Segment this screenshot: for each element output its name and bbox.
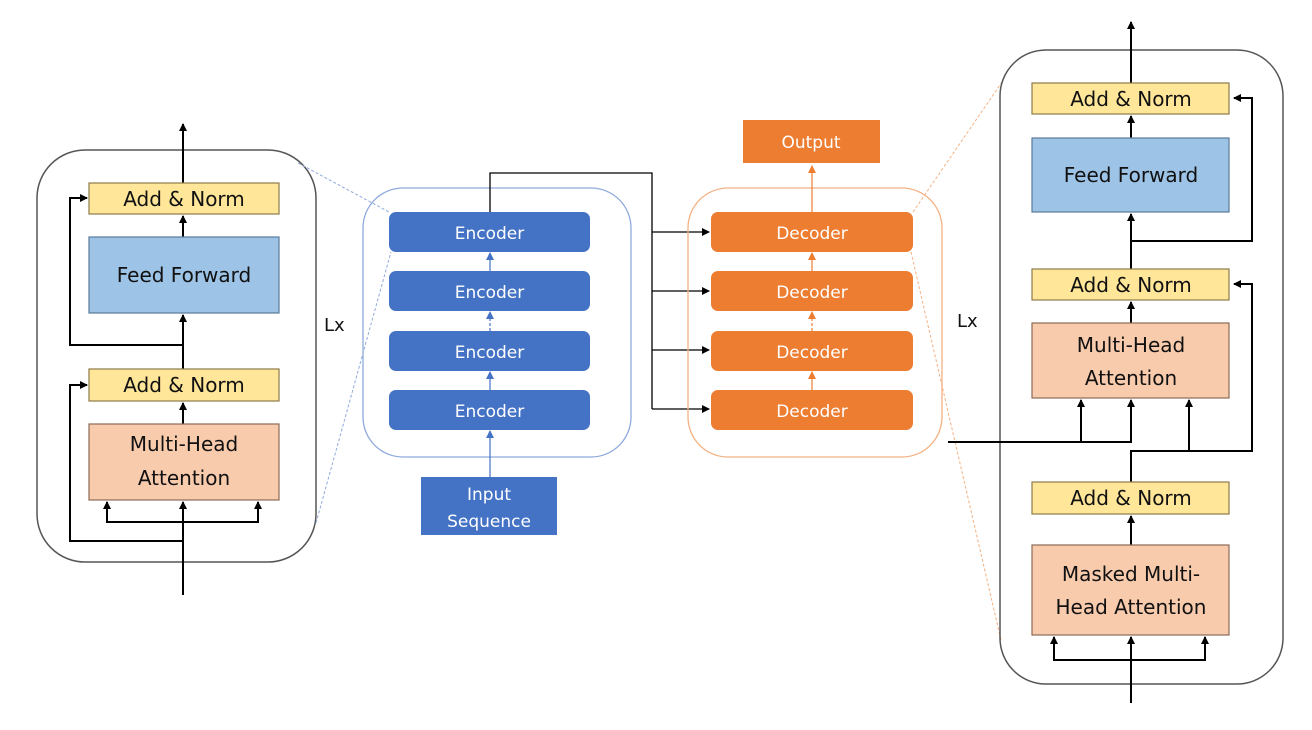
decoder-zoom-guide-top [912, 81, 1003, 213]
decoder-block-1-label: Decoder [776, 224, 848, 244]
encoder-add-norm-top-label: Add & Norm [123, 187, 245, 211]
encoder-memory-line [948, 399, 1135, 443]
decoder-stack: Decoder Decoder Decoder Decoder Output [687, 120, 943, 458]
decoder-add-norm-top-label: Add & Norm [1070, 87, 1192, 111]
encoder-block-3-label: Encoder [455, 343, 525, 363]
encoder-attention-label-2: Attention [138, 466, 230, 490]
encoder-detail-block: Add & Norm Feed Forward Add & Norm Multi… [36, 123, 345, 595]
encoder-feed-forward-label: Feed Forward [117, 263, 252, 287]
decoder-masked-qkv-split [1053, 637, 1206, 661]
encoder-block-2-label: Encoder [455, 283, 525, 303]
decoder-detail-block: Add & Norm Feed Forward Add & Norm Multi… [948, 21, 1284, 703]
encoder-zoom-guide-top [297, 162, 390, 213]
encoder-stack: Encoder Encoder Encoder Encoder Input Seque… [362, 187, 632, 535]
input-sequence-label-1: Input [467, 485, 511, 505]
decoder-attention-label-1: Multi-Head [1077, 333, 1185, 357]
decoder-add-norm-bottom-label: Add & Norm [1070, 486, 1192, 510]
decoder-block-4-label: Decoder [776, 402, 848, 422]
decoder-add-norm-middle-label: Add & Norm [1070, 273, 1192, 297]
decoder-block-2-label: Decoder [776, 283, 848, 303]
decoder-feed-forward-label: Feed Forward [1064, 163, 1199, 187]
transformer-diagram: Add & Norm Feed Forward Add & Norm Multi… [36, 21, 1284, 703]
decoder-repeat-label: Lx [957, 311, 978, 332]
encoder-attention-label-1: Multi-Head [130, 432, 238, 456]
encoder-zoom-guide-bottom [315, 251, 392, 524]
encoder-block-4-label: Encoder [455, 402, 525, 422]
decoder-block-3-label: Decoder [776, 343, 848, 363]
decoder-masked-multi-head-attention [1031, 544, 1230, 636]
encoder-add-norm-bottom-label: Add & Norm [123, 373, 245, 397]
encoder-block-1-label: Encoder [455, 224, 525, 244]
decoder-attention-label-2: Attention [1085, 366, 1177, 390]
decoder-masked-label-2: Head Attention [1056, 595, 1207, 619]
decoder-masked-label-1: Masked Multi- [1062, 562, 1200, 586]
decoder-zoom-guide-bottom [910, 251, 1002, 641]
input-sequence-label-2: Sequence [447, 512, 531, 532]
encoder-repeat-label: Lx [324, 315, 345, 336]
output-label: Output [781, 133, 840, 153]
